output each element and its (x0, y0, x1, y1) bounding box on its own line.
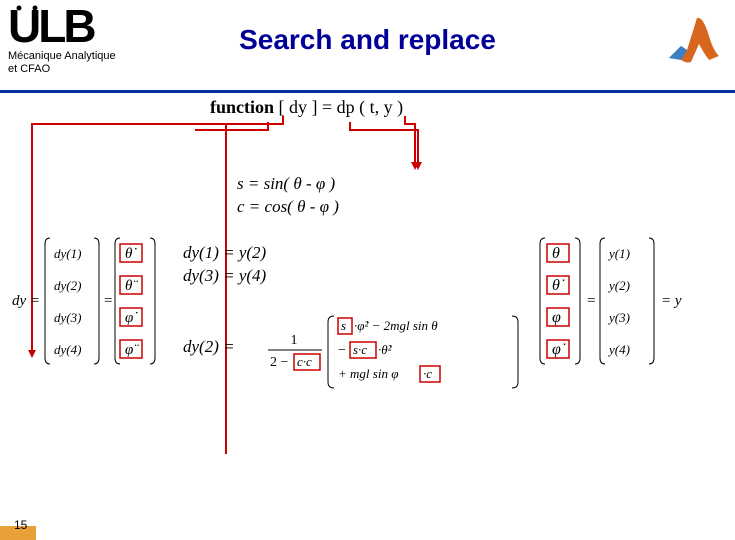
header-divider (0, 90, 735, 93)
substitution-block: s = sin( θ - φ ) c = cos( θ - φ ) (237, 173, 339, 219)
svg-text:y(4): y(4) (607, 342, 630, 357)
svg-text:φ̇: φ̇ (552, 341, 566, 358)
dy1: dy(1) = y(2) (183, 242, 266, 265)
svg-text:s: s (341, 318, 346, 333)
dy-assignments: dy(1) = y(2) dy(3) = y(4) (183, 242, 266, 288)
function-signature: function [ dy ] = dp ( t, y ) (210, 97, 403, 118)
dy3: dy(3) = y(4) (183, 265, 266, 288)
svg-text:1: 1 (291, 333, 298, 348)
svg-text:= y: = y (661, 293, 682, 309)
svg-text:y(2): y(2) (607, 278, 630, 293)
dy-equals: dy = (12, 293, 40, 309)
fraction-expression: 1 2 − c·c s ·φ̇² − 2mgl sin θ − s·c ·θ̇²… (262, 310, 522, 405)
svg-text:y(3): y(3) (607, 310, 630, 325)
svg-text:dy(2): dy(2) (54, 278, 81, 293)
svg-text:θ̇: θ̇ (125, 246, 137, 262)
svg-text:ULB: ULB (8, 2, 95, 52)
svg-text:·c: ·c (423, 366, 432, 381)
dept-line2: et CFAO (8, 63, 50, 75)
svg-text:φ̈: φ̈ (125, 342, 139, 358)
department-label: Mécanique Analytique et CFAO (8, 50, 116, 76)
svg-text:+ mgl sin φ: + mgl sin φ (338, 366, 398, 381)
svg-text:dy(1): dy(1) (54, 246, 81, 261)
svg-text:s·c: s·c (353, 342, 367, 357)
svg-text:·θ̇²: ·θ̇² (378, 342, 393, 357)
svg-text:θ̈: θ̈ (125, 278, 138, 294)
svg-text:2 −: 2 − (270, 355, 289, 370)
svg-text:φ: φ (552, 309, 561, 326)
matlab-logo (659, 8, 727, 76)
right-matrix: θ θ̇ φ φ̇ = y(1) y(2) y(3) y(4) = y (537, 230, 727, 375)
svg-text:φ̇: φ̇ (125, 310, 138, 326)
svg-text:dy(4): dy(4) (54, 342, 81, 357)
svg-text:·φ̇² − 2mgl sin θ: ·φ̇² − 2mgl sin θ (354, 318, 438, 333)
left-matrix: dy = dy(1) dy(2) dy(3) dy(4) = θ̇ θ̈ φ̇ … (12, 230, 182, 375)
slide-title: Search and replace (239, 24, 496, 56)
svg-text:y(1): y(1) (607, 246, 630, 261)
svg-text:−: − (338, 343, 346, 358)
function-rest: [ dy ] = dp ( t, y ) (274, 97, 403, 117)
dept-line1: Mécanique Analytique (8, 50, 116, 62)
page-number: 15 (14, 518, 27, 532)
ulb-logo: ULB (8, 2, 138, 57)
svg-text:θ̇: θ̇ (552, 277, 565, 294)
function-keyword: function (210, 97, 274, 117)
svg-text:=: = (587, 293, 595, 309)
s-def: s = sin( θ - φ ) (237, 173, 339, 196)
c-def: c = cos( θ - φ ) (237, 196, 339, 219)
dy2-label: dy(2) = (183, 337, 235, 357)
svg-text:θ: θ (552, 245, 560, 262)
svg-text:=: = (104, 293, 112, 309)
svg-text:c·c: c·c (297, 354, 312, 369)
svg-text:dy(3): dy(3) (54, 310, 81, 325)
